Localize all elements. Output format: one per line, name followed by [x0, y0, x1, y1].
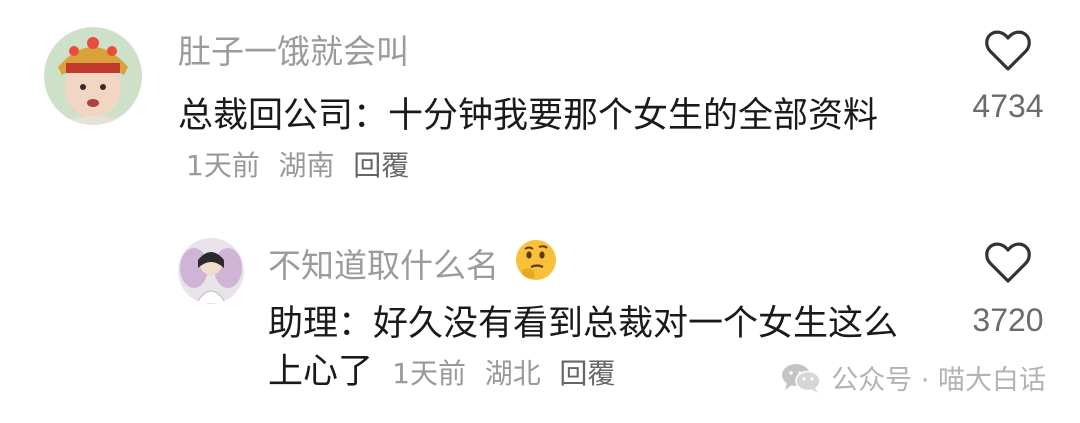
comment-location: 湖南	[278, 149, 335, 182]
wechat-icon	[781, 362, 821, 394]
like-count: 4734	[972, 88, 1044, 124]
thinking-face-emoji	[514, 238, 558, 295]
reply-button[interactable]: 回覆	[559, 357, 615, 390]
comment-body: 总裁回公司：十分钟我要那个女生的全部资料	[178, 96, 879, 136]
comment-text: 总裁回公司：十分钟我要那个女生的全部资料 1天前 湖南 回覆	[178, 92, 938, 190]
comment-time: 1天前	[392, 357, 466, 390]
avatar[interactable]	[178, 238, 244, 304]
watermark-text: 公众号 · 喵大白话	[831, 365, 1046, 396]
comment-meta: 1天前 湖南 回覆	[186, 149, 419, 182]
username-text: 不知道取什么名	[268, 246, 499, 285]
comment-meta: 1天前 湖北 回覆	[392, 357, 625, 390]
comment-time: 1天前	[186, 149, 260, 182]
like-count: 3720	[972, 302, 1044, 338]
like-button[interactable]: 3720	[960, 242, 1056, 339]
watermark: 公众号 · 喵大白话	[781, 358, 1046, 397]
username[interactable]: 肚子一饿就会叫	[178, 30, 409, 74]
username[interactable]: 不知道取什么名	[268, 238, 558, 295]
avatar[interactable]	[44, 27, 142, 125]
like-button[interactable]: 4734	[960, 30, 1056, 125]
reply-button[interactable]: 回覆	[353, 149, 409, 182]
comment-location: 湖北	[484, 357, 541, 390]
heart-outline-icon[interactable]	[960, 242, 1056, 284]
heart-outline-icon[interactable]	[960, 30, 1056, 72]
